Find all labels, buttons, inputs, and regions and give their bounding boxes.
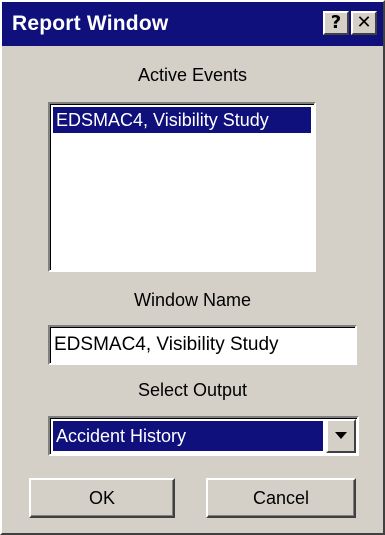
chevron-down-icon	[335, 432, 347, 439]
list-item[interactable]: EDSMAC4, Visibility Study	[53, 107, 311, 133]
active-events-label: Active Events	[137, 65, 248, 85]
report-window: Report Window ? ✕ Active Events EDSMAC4,…	[0, 0, 385, 535]
title-bar[interactable]: Report Window ? ✕	[2, 2, 383, 46]
window-name-input[interactable]: EDSMAC4, Visibility Study	[48, 325, 357, 365]
cancel-button[interactable]: Cancel	[206, 478, 356, 518]
close-button[interactable]: ✕	[351, 11, 377, 35]
select-output-dropdown[interactable]: Accident History	[48, 416, 359, 456]
window-title: Report Window	[12, 12, 169, 35]
ok-button[interactable]: OK	[29, 478, 175, 518]
help-icon: ?	[330, 12, 342, 33]
select-output-label: Select Output	[137, 380, 248, 400]
window-name-label: Window Name	[133, 290, 252, 310]
select-output-value[interactable]: Accident History	[53, 421, 323, 451]
close-icon: ✕	[356, 12, 372, 33]
help-button[interactable]: ?	[323, 11, 349, 35]
active-events-listbox[interactable]: EDSMAC4, Visibility Study	[48, 102, 316, 272]
dropdown-arrow-button[interactable]	[326, 419, 356, 453]
